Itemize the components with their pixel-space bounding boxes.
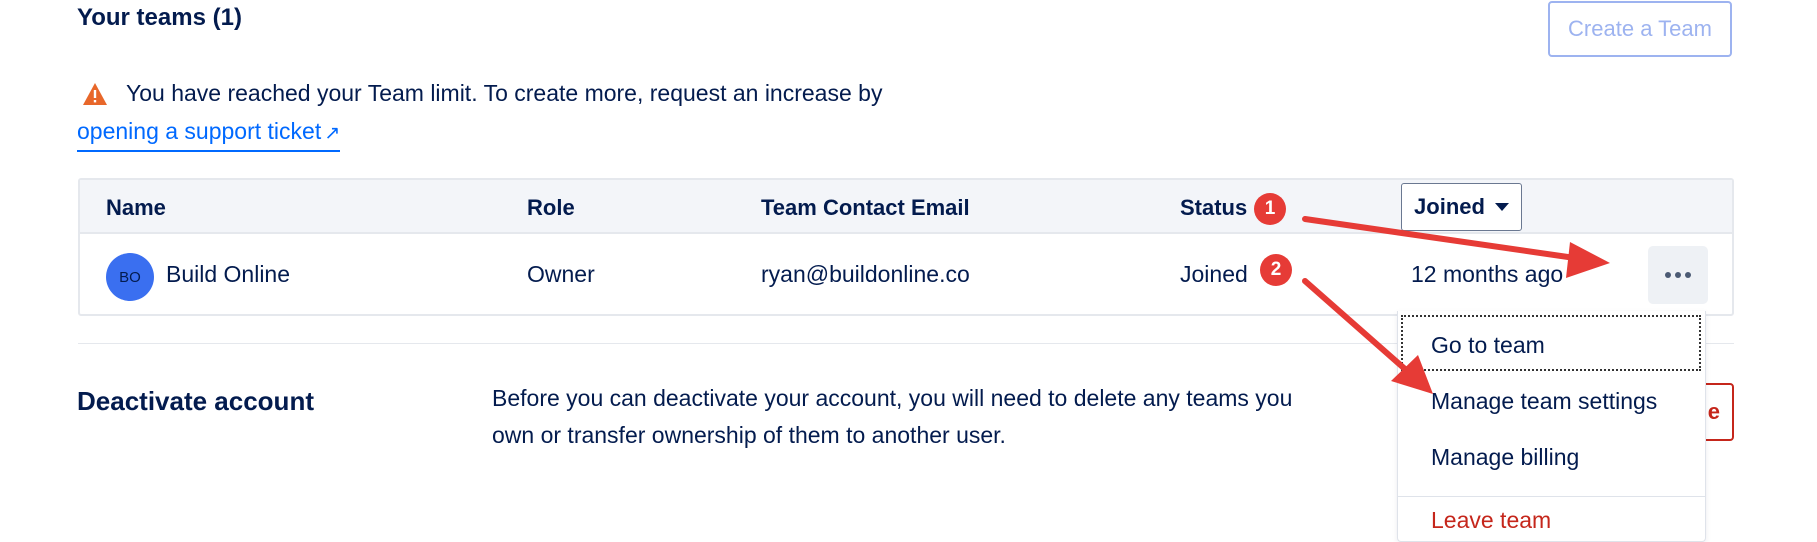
create-team-button[interactable]: Create a Team (1548, 1, 1732, 57)
deactivate-title: Deactivate account (77, 386, 314, 416)
column-header-name: Name (106, 195, 166, 220)
table-row[interactable]: BO Build Online Owner ryan@buildonline.c… (80, 234, 1732, 316)
more-actions-button[interactable] (1648, 246, 1708, 304)
team-limit-warning: You have reached your Team limit. To cre… (126, 80, 883, 106)
column-header-email: Team Contact Email (761, 195, 970, 220)
team-name[interactable]: Build Online (166, 261, 290, 288)
team-joined: 12 months ago (1411, 261, 1564, 287)
annotation-badge-1: 1 (1254, 193, 1286, 225)
team-avatar: BO (106, 253, 154, 301)
teams-section-title: Your teams (1) (77, 4, 242, 31)
caret-down-icon (1494, 203, 1509, 211)
warning-icon (83, 83, 107, 105)
deactivate-description: Before you can deactivate your account, … (492, 385, 1293, 448)
annotation-badge-2: 2 (1260, 254, 1292, 286)
table-header: Name Role Team Contact Email Status Join… (80, 180, 1732, 234)
external-link-icon: ↗ (324, 123, 341, 144)
joined-sort-dropdown[interactable]: Joined (1401, 183, 1522, 231)
menu-item-leave-team[interactable]: Leave team (1398, 507, 1705, 534)
team-actions-menu: Go to team Manage team settings Manage b… (1397, 311, 1706, 542)
teams-table: Name Role Team Contact Email Status Join… (78, 178, 1734, 316)
team-email: ryan@buildonline.co (761, 261, 970, 287)
team-role: Owner (527, 261, 595, 287)
column-header-role: Role (527, 195, 575, 220)
menu-separator (1398, 496, 1705, 497)
support-ticket-link[interactable]: opening a support ticket ↗ (77, 118, 341, 152)
menu-item-go-to-team[interactable]: Go to team (1398, 332, 1705, 359)
team-status: Joined (1180, 261, 1248, 287)
menu-item-manage-team-settings[interactable]: Manage team settings (1398, 388, 1705, 415)
joined-sort-label: Joined (1414, 194, 1485, 219)
ellipsis-icon (1665, 272, 1671, 278)
menu-item-manage-billing[interactable]: Manage billing (1398, 444, 1705, 471)
support-link-label: opening a support ticket (77, 118, 322, 144)
column-header-status: Status (1180, 195, 1248, 220)
